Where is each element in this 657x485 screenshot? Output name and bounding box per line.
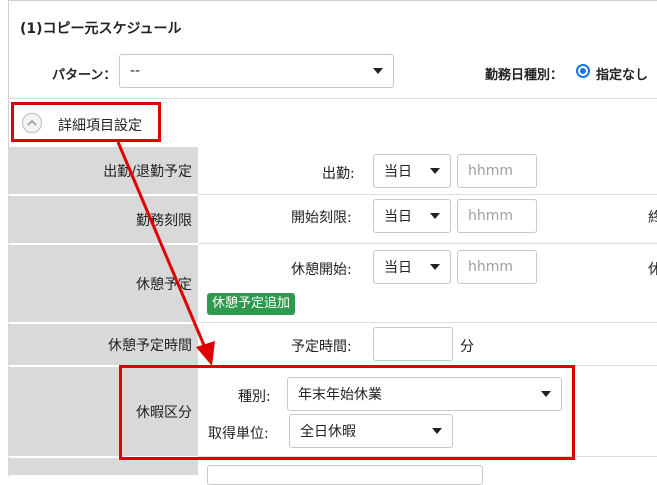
annotation-arrow bbox=[116, 141, 215, 366]
